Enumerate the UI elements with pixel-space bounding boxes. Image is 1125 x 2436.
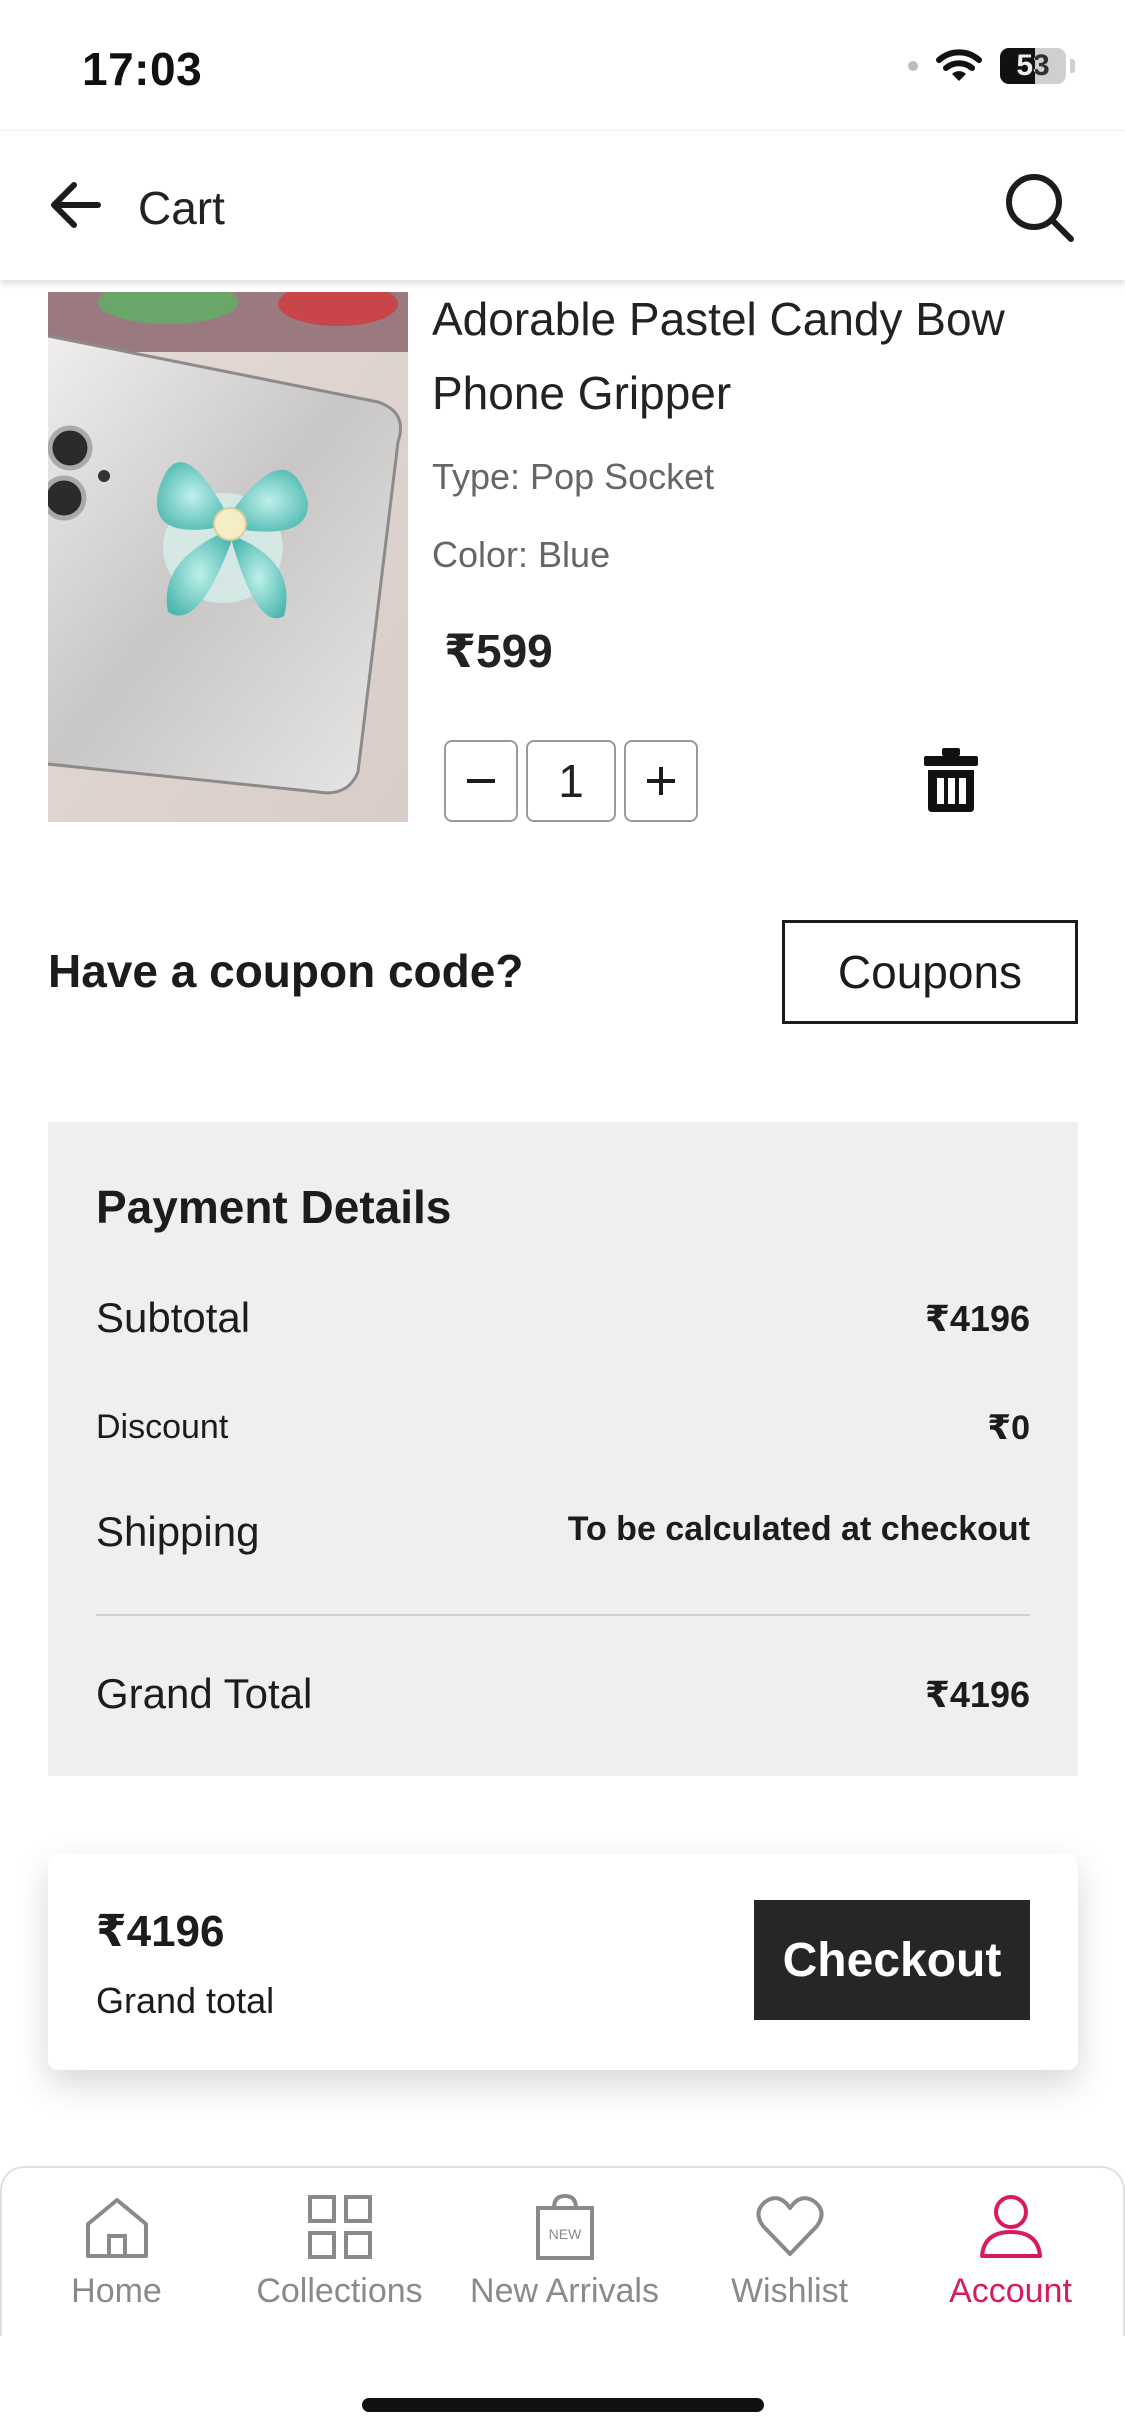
nav-label-wishlist: Wishlist	[730, 2272, 849, 2310]
subtotal-label: Subtotal	[96, 1294, 251, 1341]
plus-icon	[647, 767, 675, 795]
coupon-label: Have a coupon code?	[48, 945, 524, 997]
new-badge-text: NEW	[548, 2226, 581, 2242]
nav-label-home: Home	[71, 2272, 162, 2310]
arrow-left-icon	[51, 182, 101, 228]
product-type: Type: Pop Socket	[432, 456, 715, 497]
status-icons: 53	[908, 48, 1075, 84]
app-header: Cart	[0, 130, 1125, 280]
nav-label-new-arrivals: New Arrivals	[470, 2272, 659, 2310]
grid-icon	[307, 2195, 372, 2259]
nav-item-new-arrivals[interactable]: NEW New Arrivals	[452, 2168, 677, 2338]
checkout-amount: ₹4196	[96, 1907, 225, 1956]
shipping-value: To be calculated at checkout	[567, 1510, 1030, 1548]
trash-icon	[924, 748, 978, 812]
grand-total-label: Grand Total	[96, 1670, 313, 1717]
heart-icon	[756, 2196, 823, 2256]
status-time: 17:03	[82, 43, 203, 95]
shopping-bag-icon: NEW	[535, 2193, 594, 2260]
quantity-decrease-button[interactable]	[444, 740, 518, 822]
product-image[interactable]	[48, 292, 408, 822]
status-bar: 17:03 53	[0, 0, 1125, 130]
product-photo	[48, 292, 408, 822]
battery-icon: 53	[1000, 48, 1066, 84]
back-button[interactable]	[44, 173, 108, 237]
discount-value: ₹0	[987, 1409, 1030, 1447]
bottom-nav: Home Collections NEW New Arrivals Wishli…	[0, 2166, 1125, 2336]
wifi-icon	[936, 49, 982, 81]
search-icon	[1006, 174, 1074, 242]
checkout-bar: ₹4196 Grand total Checkout	[48, 1854, 1078, 2070]
quantity-increase-button[interactable]	[624, 740, 698, 822]
payment-details-card: Payment Details Subtotal ₹4196 Discount …	[48, 1122, 1078, 1776]
checkout-button[interactable]: Checkout	[754, 1900, 1030, 2020]
payment-title: Payment Details	[96, 1181, 452, 1233]
nav-item-account[interactable]: Account	[898, 2168, 1123, 2338]
subtotal-value: ₹4196	[924, 1298, 1030, 1339]
home-icon	[85, 2198, 148, 2258]
discount-label: Discount	[96, 1408, 229, 1446]
nav-item-wishlist[interactable]: Wishlist	[677, 2168, 902, 2338]
nav-label-account: Account	[949, 2272, 1072, 2310]
quantity-value[interactable]: 1	[526, 740, 616, 822]
product-color: Color: Blue	[432, 534, 611, 575]
nav-label-collections: Collections	[256, 2272, 423, 2310]
product-price: ₹599	[444, 625, 553, 677]
minus-icon	[467, 779, 495, 783]
coupons-button[interactable]: Coupons	[782, 920, 1078, 1024]
home-indicator[interactable]	[362, 2398, 764, 2412]
battery-tip	[1070, 59, 1075, 73]
checkout-amount-label: Grand total	[96, 1980, 275, 2021]
payment-divider	[96, 1614, 1030, 1616]
delete-item-button[interactable]	[922, 746, 980, 812]
shipping-label: Shipping	[96, 1508, 260, 1555]
nav-item-collections[interactable]: Collections	[227, 2168, 452, 2338]
search-button[interactable]	[1001, 169, 1077, 245]
grand-total-value: ₹4196	[924, 1674, 1030, 1715]
battery-percent: 53	[1016, 49, 1050, 82]
page-title: Cart	[138, 182, 225, 234]
nav-item-home[interactable]: Home	[4, 2168, 229, 2338]
product-title[interactable]: Adorable Pastel Candy Bow Phone Gripper	[432, 282, 1072, 430]
privacy-dot-icon	[908, 61, 918, 71]
user-icon	[979, 2195, 1042, 2258]
